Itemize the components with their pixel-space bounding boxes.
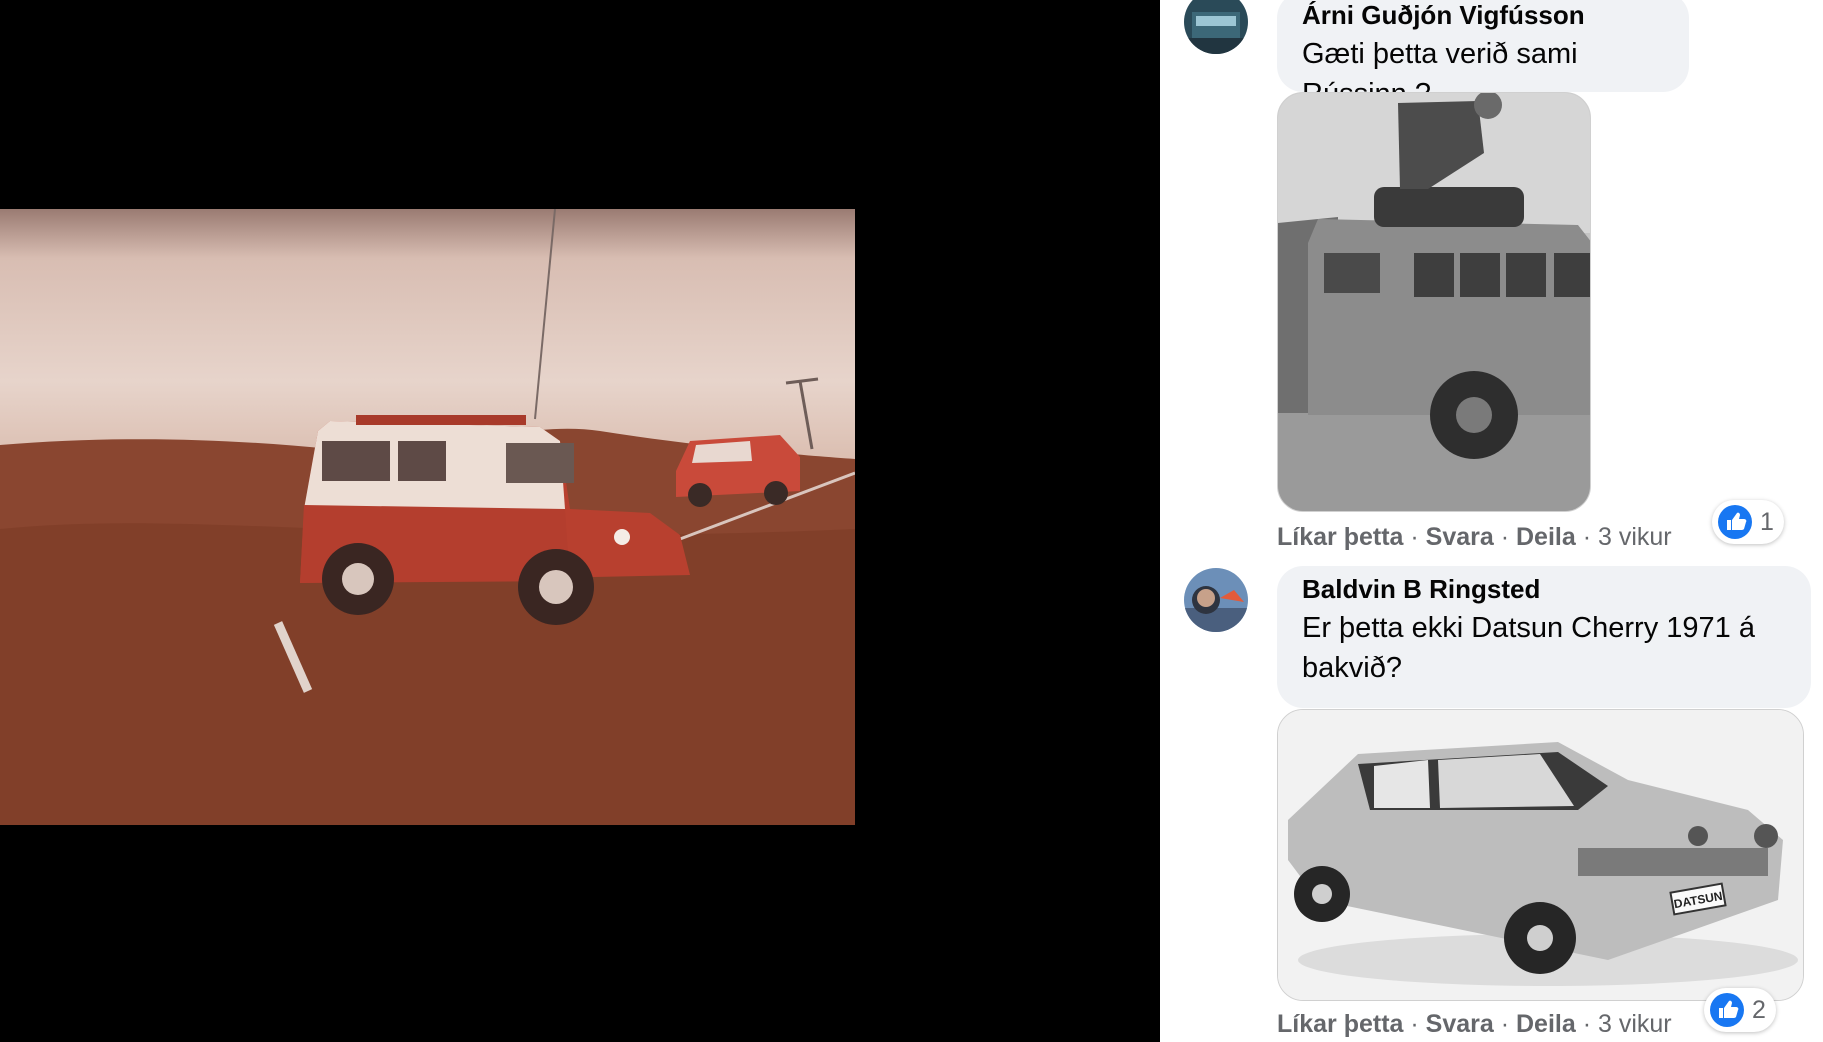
comment-text: Er þetta ekki Datsun Cherry 1971 á bakvi… — [1302, 612, 1755, 684]
comment-author[interactable]: Baldvin B Ringsted — [1302, 570, 1787, 608]
comment-image[interactable]: DATSUN — [1277, 709, 1804, 1001]
avatar-image — [1184, 568, 1248, 632]
photo-viewer — [0, 0, 1160, 1042]
reply-link[interactable]: Svara — [1426, 523, 1494, 551]
comment-timestamp[interactable]: 3 vikur — [1598, 523, 1672, 551]
avatar[interactable] — [1184, 568, 1248, 632]
separator: · — [1493, 1010, 1516, 1038]
separator: · — [1493, 523, 1516, 551]
like-link[interactable]: Líkar þetta — [1277, 1010, 1403, 1038]
comment-image[interactable] — [1277, 92, 1591, 512]
comment-timestamp[interactable]: 3 vikur — [1598, 1010, 1672, 1038]
separator: · — [1575, 1010, 1598, 1038]
comment-bubble: Baldvin B Ringsted Er þetta ekki Datsun … — [1277, 566, 1811, 708]
reaction-badge[interactable]: 1 — [1712, 500, 1784, 544]
comment-actions: Líkar þetta · Svara · Deila · 3 vikur — [1277, 1007, 1672, 1041]
main-photo[interactable] — [0, 209, 855, 825]
comment-bubble: Árni Guðjón Vigfússon Gæti þetta verið s… — [1277, 0, 1689, 110]
comment-image-drawing — [1278, 93, 1590, 511]
reaction-count: 2 — [1752, 995, 1766, 1024]
reply-link[interactable]: Svara — [1426, 1010, 1494, 1038]
comment-image-drawing: DATSUN — [1278, 710, 1803, 1000]
reaction-badge[interactable]: 2 — [1704, 988, 1776, 1032]
separator: · — [1403, 1010, 1426, 1038]
share-link[interactable]: Deila — [1516, 1010, 1576, 1038]
thumbs-up-icon — [1710, 993, 1744, 1027]
like-link[interactable]: Líkar þetta — [1277, 523, 1403, 551]
avatar[interactable] — [1184, 0, 1248, 54]
separator: · — [1403, 523, 1426, 551]
reaction-count: 1 — [1760, 507, 1774, 536]
comment-author[interactable]: Árni Guðjón Vigfússon — [1302, 0, 1665, 34]
main-photo-drawing — [0, 209, 855, 825]
comments-panel: Árni Guðjón Vigfússon Gæti þetta verið s… — [1160, 0, 1823, 1042]
share-link[interactable]: Deila — [1516, 523, 1576, 551]
comment-actions: Líkar þetta · Svara · Deila · 3 vikur — [1277, 520, 1672, 554]
thumbs-up-icon — [1718, 505, 1752, 539]
avatar-image — [1184, 0, 1248, 54]
separator: · — [1575, 523, 1598, 551]
